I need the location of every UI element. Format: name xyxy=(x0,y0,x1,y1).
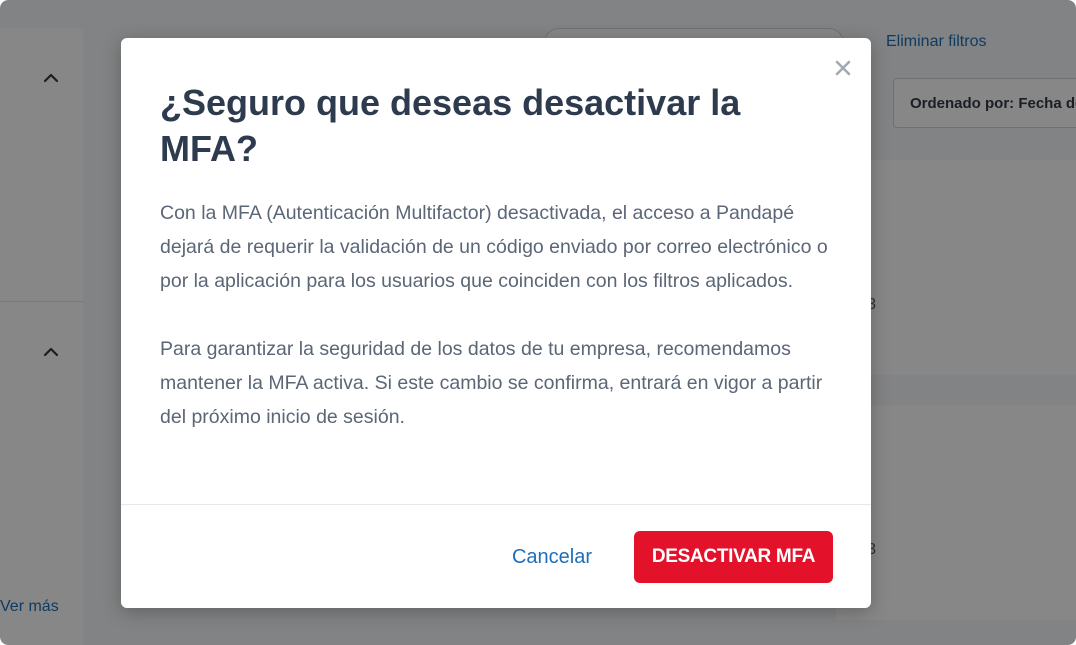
cancel-button[interactable]: Cancelar xyxy=(493,531,611,583)
dialog-divider xyxy=(121,504,871,505)
dialog-paragraph: Con la MFA (Autenticación Multifactor) d… xyxy=(160,202,828,292)
dialog-body: Con la MFA (Autenticación Multifactor) d… xyxy=(160,196,840,434)
app-window: Ver más PALABRA CLAVE · Correo electróni… xyxy=(0,0,1076,645)
disable-mfa-button[interactable]: DESACTIVAR MFA xyxy=(634,531,833,583)
close-icon[interactable] xyxy=(833,58,853,78)
dialog-title: ¿Seguro que deseas desactivar la MFA? xyxy=(160,82,741,169)
dialog-paragraph: Para garantizar la seguridad de los dato… xyxy=(160,338,823,428)
confirm-disable-mfa-dialog: ¿Seguro que deseas desactivar la MFA? Co… xyxy=(121,38,871,608)
